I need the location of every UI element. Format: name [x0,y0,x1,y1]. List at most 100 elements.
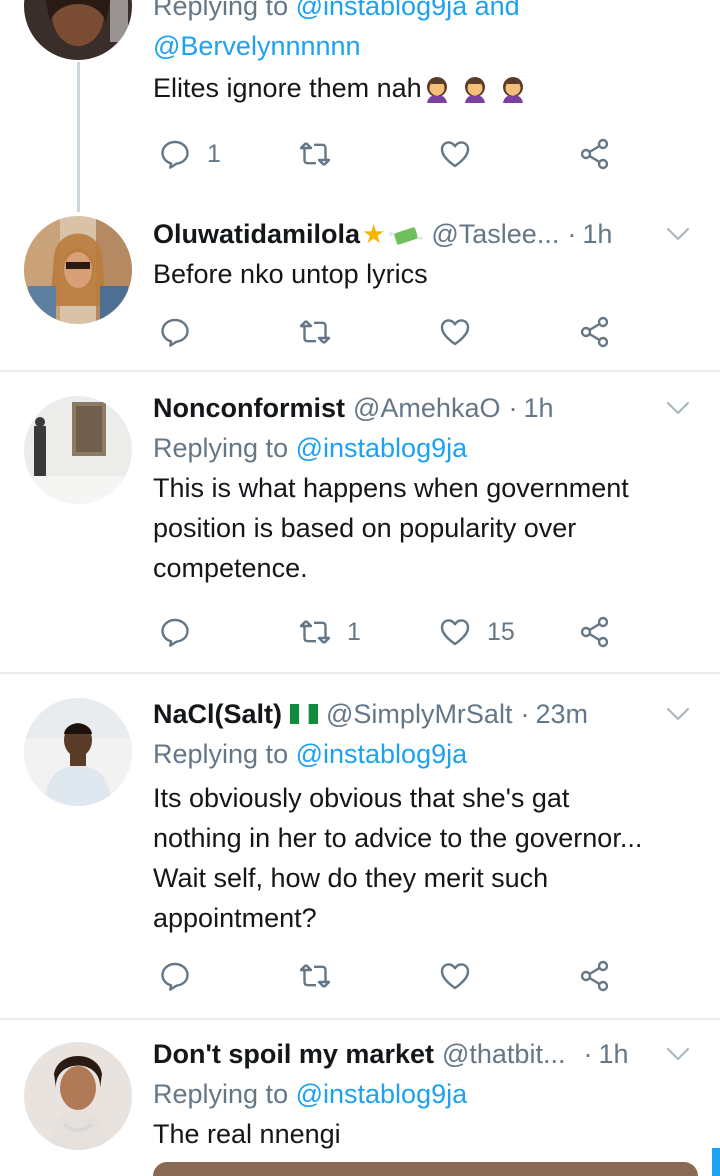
separator-dot: · [583,1038,593,1069]
tweet-4[interactable]: NaCl(Salt) @SimplyMrSalt · 23m Replying … [0,674,720,1018]
retweet-button[interactable] [299,312,331,352]
tweet-1[interactable]: Replying to @instablog9ja and @Bervelynn… [0,0,720,200]
facepalm-emoji-icon [498,75,528,105]
tweet-text-content: Before nko untop lyrics [153,259,428,289]
mention-link[interactable]: @instablog9ja [296,1079,468,1109]
mention-link[interactable]: @Bervelynnnnnn [153,31,361,61]
retweet-button[interactable] [299,134,331,174]
chevron-down-icon[interactable] [664,700,692,728]
timestamp[interactable]: 1h [598,1039,628,1070]
tweet-text-line: This is what happens when government [153,473,629,503]
share-icon [579,138,611,170]
retweet-icon [299,138,331,170]
replying-to-line-2: @Bervelynnnnnn [153,26,698,66]
share-button[interactable] [579,612,611,652]
reply-button[interactable] [159,312,191,352]
tweet-3[interactable]: Nonconformist @AmehkaO · 1h Replying to … [0,372,720,672]
like-button[interactable] [439,134,471,174]
retweet-count: 1 [347,617,361,646]
replying-to-label: Replying to [153,1079,296,1109]
display-name[interactable]: Oluwatidamilola [153,219,360,250]
facepalm-emoji-icon [422,75,452,105]
reply-button[interactable]: 1 [159,134,221,174]
tweet-text-line: Wait self, how do they merit such [153,863,549,893]
like-button[interactable] [439,312,471,352]
reply-count: 1 [207,139,221,168]
reply-button[interactable] [159,956,191,996]
user-handle[interactable]: @Taslee... [431,219,559,250]
tweet-text: Its obviously obvious that she's gat not… [153,778,698,938]
tweet-text-line: appointment? [153,903,317,933]
tweet-2[interactable]: Oluwatidamilola ★ @Taslee... · 1h Before… [0,200,720,370]
share-icon [579,316,611,348]
tweet-actions [153,956,613,996]
chevron-down-icon[interactable] [664,1040,692,1068]
share-button[interactable] [579,134,611,174]
share-button[interactable] [579,312,611,352]
reply-icon [159,960,191,992]
tweet-header: NaCl(Salt) @SimplyMrSalt · 23m [153,694,698,734]
facepalm-emoji-icon [460,75,490,105]
retweet-button[interactable] [299,956,331,996]
user-handle[interactable]: @AmehkaO [353,393,500,424]
separator-dot: · [520,698,530,729]
star-emoji-icon: ★ [362,218,386,249]
tweet-media-preview[interactable] [153,1162,698,1176]
mention-link[interactable]: @instablog9ja [296,433,468,463]
replying-to: Replying to @instablog9ja [153,1074,698,1114]
retweet-icon [299,616,331,648]
timestamp[interactable]: 1h [523,393,553,424]
like-button[interactable] [439,956,471,996]
reply-icon [159,316,191,348]
replying-to: Replying to @instablog9ja and [153,0,698,26]
mention-link[interactable]: @instablog9ja [296,739,468,769]
like-button[interactable]: 15 [439,612,515,652]
timestamp[interactable]: 1h [582,219,612,250]
user-handle[interactable]: @SimplyMrSalt [326,699,512,730]
chevron-down-icon[interactable] [664,394,692,422]
tweet-text-line: Its obviously obvious that she's gat [153,783,570,813]
nigeria-flag-icon [290,704,319,724]
display-name[interactable]: NaCl(Salt) [153,699,282,730]
share-icon [579,960,611,992]
share-button[interactable] [579,956,611,996]
tweet-text-line: position is based on popularity over [153,513,577,543]
like-icon [439,616,471,648]
replying-to: Replying to @instablog9ja [153,734,698,774]
tweet-text: Elites ignore them nah [153,68,698,108]
tweet-text: Before nko untop lyrics [153,254,698,294]
tweet-header: Nonconformist @AmehkaO · 1h [153,388,698,428]
avatar[interactable] [24,698,132,806]
replying-to: Replying to @instablog9ja [153,428,698,468]
chevron-down-icon[interactable] [664,220,692,248]
tweet-text-content: The real nnengi [153,1119,341,1149]
separator-dot: · [508,392,518,423]
scrollbar-thumb[interactable] [712,1148,720,1176]
display-name[interactable]: Nonconformist [153,393,345,424]
reply-icon [159,616,191,648]
tweet-actions: 1 [153,134,613,174]
tweet-text-line: competence. [153,553,308,583]
avatar[interactable] [24,216,132,324]
retweet-button[interactable]: 1 [299,612,361,652]
reply-button[interactable] [159,612,191,652]
separator-dot: · [567,218,577,249]
share-icon [579,616,611,648]
tweet-5[interactable]: Don't spoil my market @thatbit... · 1h R… [0,1020,720,1176]
timestamp[interactable]: 23m [535,699,588,730]
avatar[interactable] [24,0,132,60]
like-icon [439,960,471,992]
replying-to-label: Replying to [153,739,296,769]
tweet-header: Don't spoil my market @thatbit... · 1h [153,1034,698,1074]
tweet-actions [153,312,613,352]
like-count: 15 [487,617,515,646]
avatar[interactable] [24,1042,132,1150]
like-icon [439,316,471,348]
user-handle[interactable]: @thatbit... [442,1039,565,1070]
replying-to-label: Replying to [153,433,296,463]
avatar[interactable] [24,396,132,504]
reply-icon [159,138,191,170]
mention-link[interactable]: @instablog9ja and [296,0,520,21]
display-name[interactable]: Don't spoil my market [153,1039,434,1070]
money-with-wings-emoji-icon [389,223,424,245]
